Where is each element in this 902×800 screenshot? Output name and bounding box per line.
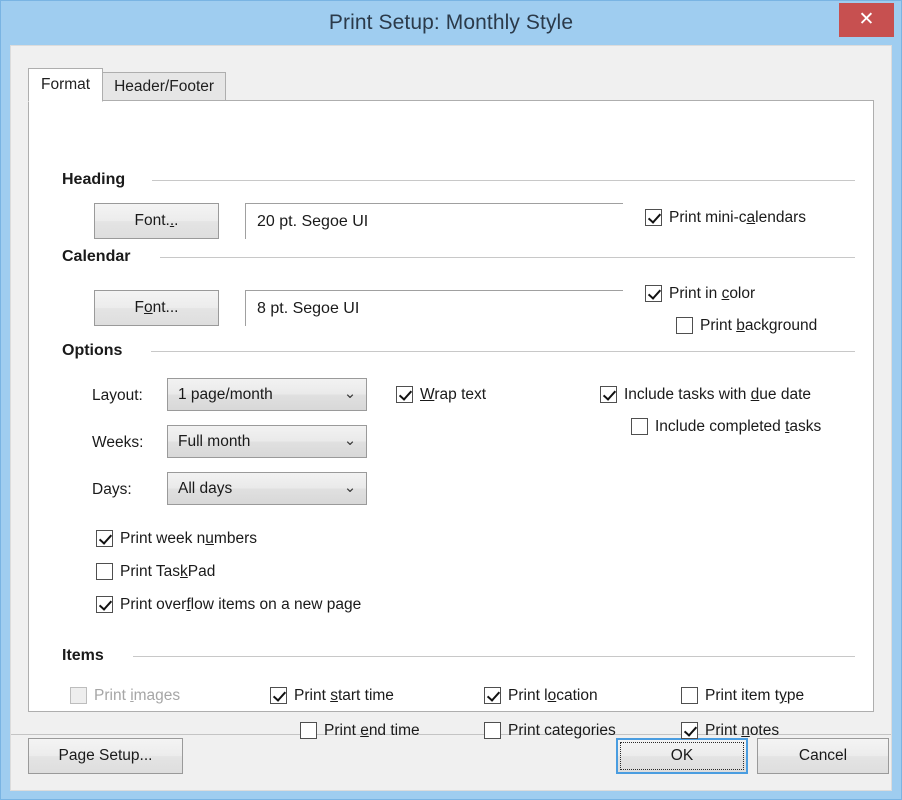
checkbox-print-mini-calendars[interactable]: Print mini-calendars xyxy=(645,209,806,226)
checkbox-label-print-background: Print background xyxy=(700,317,818,334)
checkbox-print-location[interactable]: Print location xyxy=(484,687,598,704)
checkbox-label-print-notes: Print notes xyxy=(705,722,780,739)
checkbox-print-overflow-items[interactable]: Print overflow items on a new page xyxy=(96,596,361,613)
checkbox-print-background[interactable]: Print background xyxy=(676,317,817,334)
checkbox-label-print-week-numbers: Print week numbers xyxy=(120,530,257,547)
dropdown-layout[interactable]: 1 page/month ⌄ xyxy=(167,378,367,411)
group-label-calendar: Calendar xyxy=(62,248,131,265)
page-setup-button-label: Page Setup... xyxy=(58,747,153,764)
checkbox-box-print-notes[interactable] xyxy=(681,722,698,739)
checkbox-print-categories[interactable]: Print categories xyxy=(484,722,616,739)
checkbox-wrap-text[interactable]: Wrap text xyxy=(396,386,486,403)
cancel-button-label: Cancel xyxy=(798,747,848,764)
dropdown-weeks-value: Full month xyxy=(178,433,251,450)
checkbox-box-print-location[interactable] xyxy=(484,687,501,704)
checkbox-box-print-week-numbers[interactable] xyxy=(96,530,113,547)
checkbox-box-print-taskpad[interactable] xyxy=(96,563,113,580)
checkbox-label-print-item-type: Print item type xyxy=(705,687,805,704)
checkbox-box-print-categories[interactable] xyxy=(484,722,501,739)
calendar-font-value-field[interactable]: 8 pt. Segoe UI xyxy=(245,290,623,326)
ok-button-label: OK xyxy=(670,747,694,764)
dropdown-days-value: All days xyxy=(178,480,233,497)
chevron-down-icon: ⌄ xyxy=(343,478,357,496)
checkbox-box-print-background[interactable] xyxy=(676,317,693,334)
chevron-down-icon: ⌄ xyxy=(343,431,357,449)
print-setup-dialog-window: Print Setup: Monthly Style ✕ Format Heade… xyxy=(0,0,902,800)
calendar-font-button-label: Font... xyxy=(134,299,179,316)
checkbox-label-include-completed-tasks: Include completed tasks xyxy=(655,418,822,435)
cancel-button[interactable]: Cancel xyxy=(757,738,889,774)
dialog-body: Format Header/Footer Heading Font... 20 p… xyxy=(10,45,892,791)
heading-font-button-label: Font... xyxy=(134,212,179,229)
checkbox-label-wrap-text: Wrap text xyxy=(420,386,487,403)
checkbox-box-include-completed-tasks[interactable] xyxy=(631,418,648,435)
checkbox-box-wrap-text[interactable] xyxy=(396,386,413,403)
checkbox-print-notes[interactable]: Print notes xyxy=(681,722,779,739)
group-rule-calendar xyxy=(160,257,855,258)
heading-font-button[interactable]: Font... xyxy=(94,203,219,239)
label-weeks: Weeks: xyxy=(92,434,144,451)
label-layout: Layout: xyxy=(92,387,143,404)
tabstrip: Format Header/Footer xyxy=(28,68,227,102)
checkbox-box-print-item-type[interactable] xyxy=(681,687,698,704)
checkbox-label-print-location: Print location xyxy=(508,687,598,704)
tab-header-footer[interactable]: Header/Footer xyxy=(102,72,227,102)
checkbox-box-print-overflow-items[interactable] xyxy=(96,596,113,613)
checkbox-print-end-time[interactable]: Print end time xyxy=(300,722,420,739)
checkbox-box-print-images xyxy=(70,687,87,704)
checkbox-label-print-images: Print images xyxy=(94,687,181,704)
window-title: Print Setup: Monthly Style xyxy=(328,11,574,34)
group-label-heading: Heading xyxy=(62,171,126,188)
close-icon[interactable]: ✕ xyxy=(839,3,894,37)
checkbox-print-start-time[interactable]: Print start time xyxy=(270,687,394,704)
checkbox-label-print-mini-calendars: Print mini-calendars xyxy=(669,209,806,226)
checkbox-label-print-start-time: Print start time xyxy=(294,687,394,704)
checkbox-print-in-color[interactable]: Print in color xyxy=(645,285,755,302)
group-rule-heading xyxy=(152,180,855,181)
label-days: Days: xyxy=(92,481,132,498)
checkbox-label-print-end-time: Print end time xyxy=(324,722,420,739)
dropdown-days[interactable]: All days ⌄ xyxy=(167,472,367,505)
checkbox-label-include-tasks-due-date: Include tasks with due date xyxy=(624,386,811,403)
calendar-font-button[interactable]: Font... xyxy=(94,290,219,326)
checkbox-print-taskpad[interactable]: Print TaskPad xyxy=(96,563,215,580)
checkbox-box-include-tasks-due-date[interactable] xyxy=(600,386,617,403)
dropdown-weeks[interactable]: Full month ⌄ xyxy=(167,425,367,458)
checkbox-box-print-in-color[interactable] xyxy=(645,285,662,302)
group-label-items: Items xyxy=(62,647,104,664)
checkbox-print-item-type[interactable]: Print item type xyxy=(681,687,804,704)
format-tab-panel: Heading Font... 20 pt. Segoe UI Print mi… xyxy=(28,100,874,739)
checkbox-box-print-end-time[interactable] xyxy=(300,722,317,739)
tab-format[interactable]: Format xyxy=(28,68,104,102)
page-setup-button[interactable]: Page Setup... xyxy=(28,738,183,774)
group-label-options: Options xyxy=(62,342,123,359)
dropdown-layout-value: 1 page/month xyxy=(178,386,273,403)
ok-button[interactable]: OK xyxy=(616,738,748,774)
chevron-down-icon: ⌄ xyxy=(343,384,357,402)
group-rule-items xyxy=(133,656,855,657)
checkbox-box-print-start-time[interactable] xyxy=(270,687,287,704)
checkbox-label-print-taskpad: Print TaskPad xyxy=(120,563,216,580)
checkbox-label-print-overflow-items: Print overflow items on a new page xyxy=(120,596,362,613)
checkbox-label-print-categories: Print categories xyxy=(508,722,616,739)
heading-font-value-field[interactable]: 20 pt. Segoe UI xyxy=(245,203,623,239)
group-rule-options xyxy=(151,351,855,352)
checkbox-label-print-in-color: Print in color xyxy=(669,285,756,302)
checkbox-print-week-numbers[interactable]: Print week numbers xyxy=(96,530,257,547)
checkbox-include-tasks-due-date[interactable]: Include tasks with due date xyxy=(600,386,811,403)
checkbox-include-completed-tasks[interactable]: Include completed tasks xyxy=(631,418,821,435)
checkbox-box-print-mini-calendars[interactable] xyxy=(645,209,662,226)
checkbox-print-images: Print images xyxy=(70,687,180,704)
titlebar: Print Setup: Monthly Style ✕ xyxy=(1,1,901,45)
